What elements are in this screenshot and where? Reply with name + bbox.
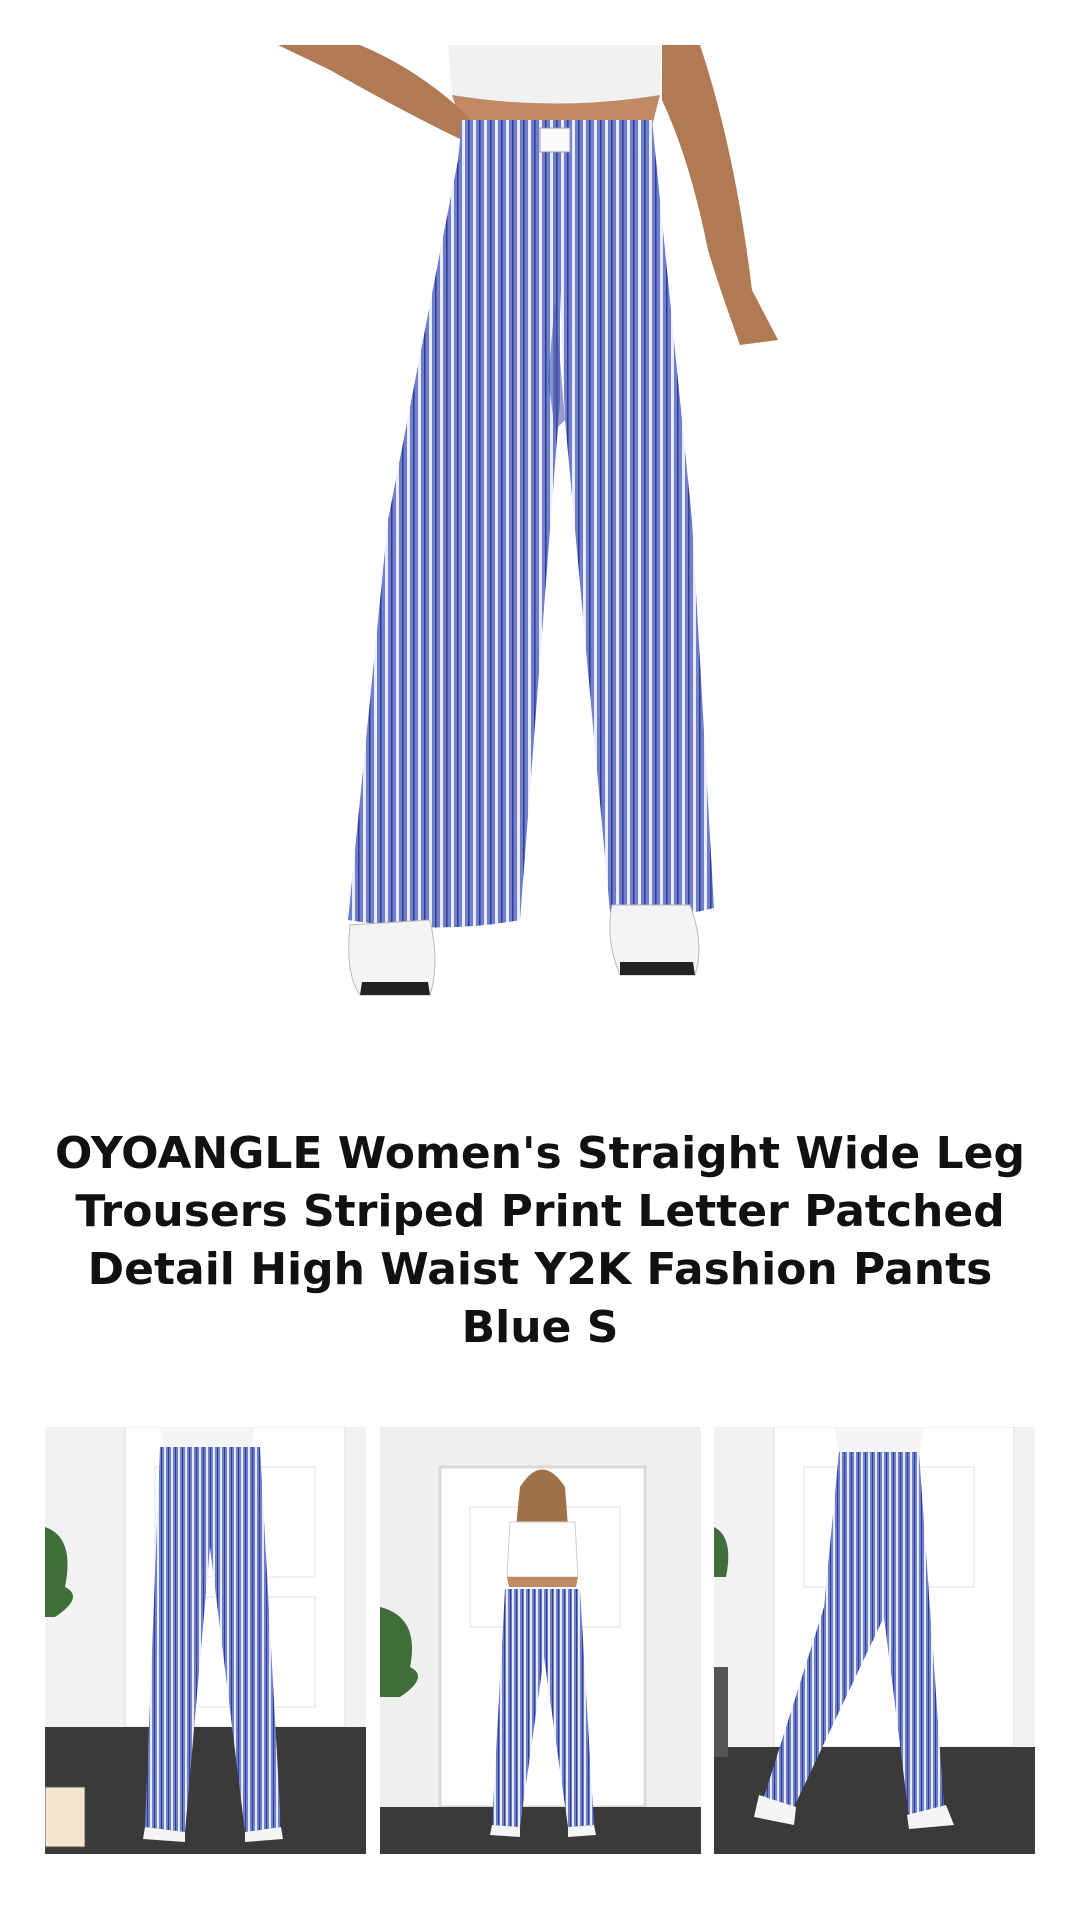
pants-back-photo <box>45 1427 366 1854</box>
thumbnail-front-full-view[interactable] <box>379 1427 701 1854</box>
thumbnail-strip <box>45 1427 1035 1854</box>
pants-front-photo <box>278 45 778 996</box>
thumbnail-back-view[interactable] <box>45 1427 366 1854</box>
thumbnail-side-view[interactable] <box>714 1427 1035 1854</box>
pants-side-photo <box>714 1427 1035 1854</box>
product-title: OYOANGLE Women's Straight Wide Leg Trous… <box>55 1128 1025 1353</box>
pants-front-full-photo <box>379 1427 701 1854</box>
product-main-image[interactable] <box>0 0 1080 1100</box>
